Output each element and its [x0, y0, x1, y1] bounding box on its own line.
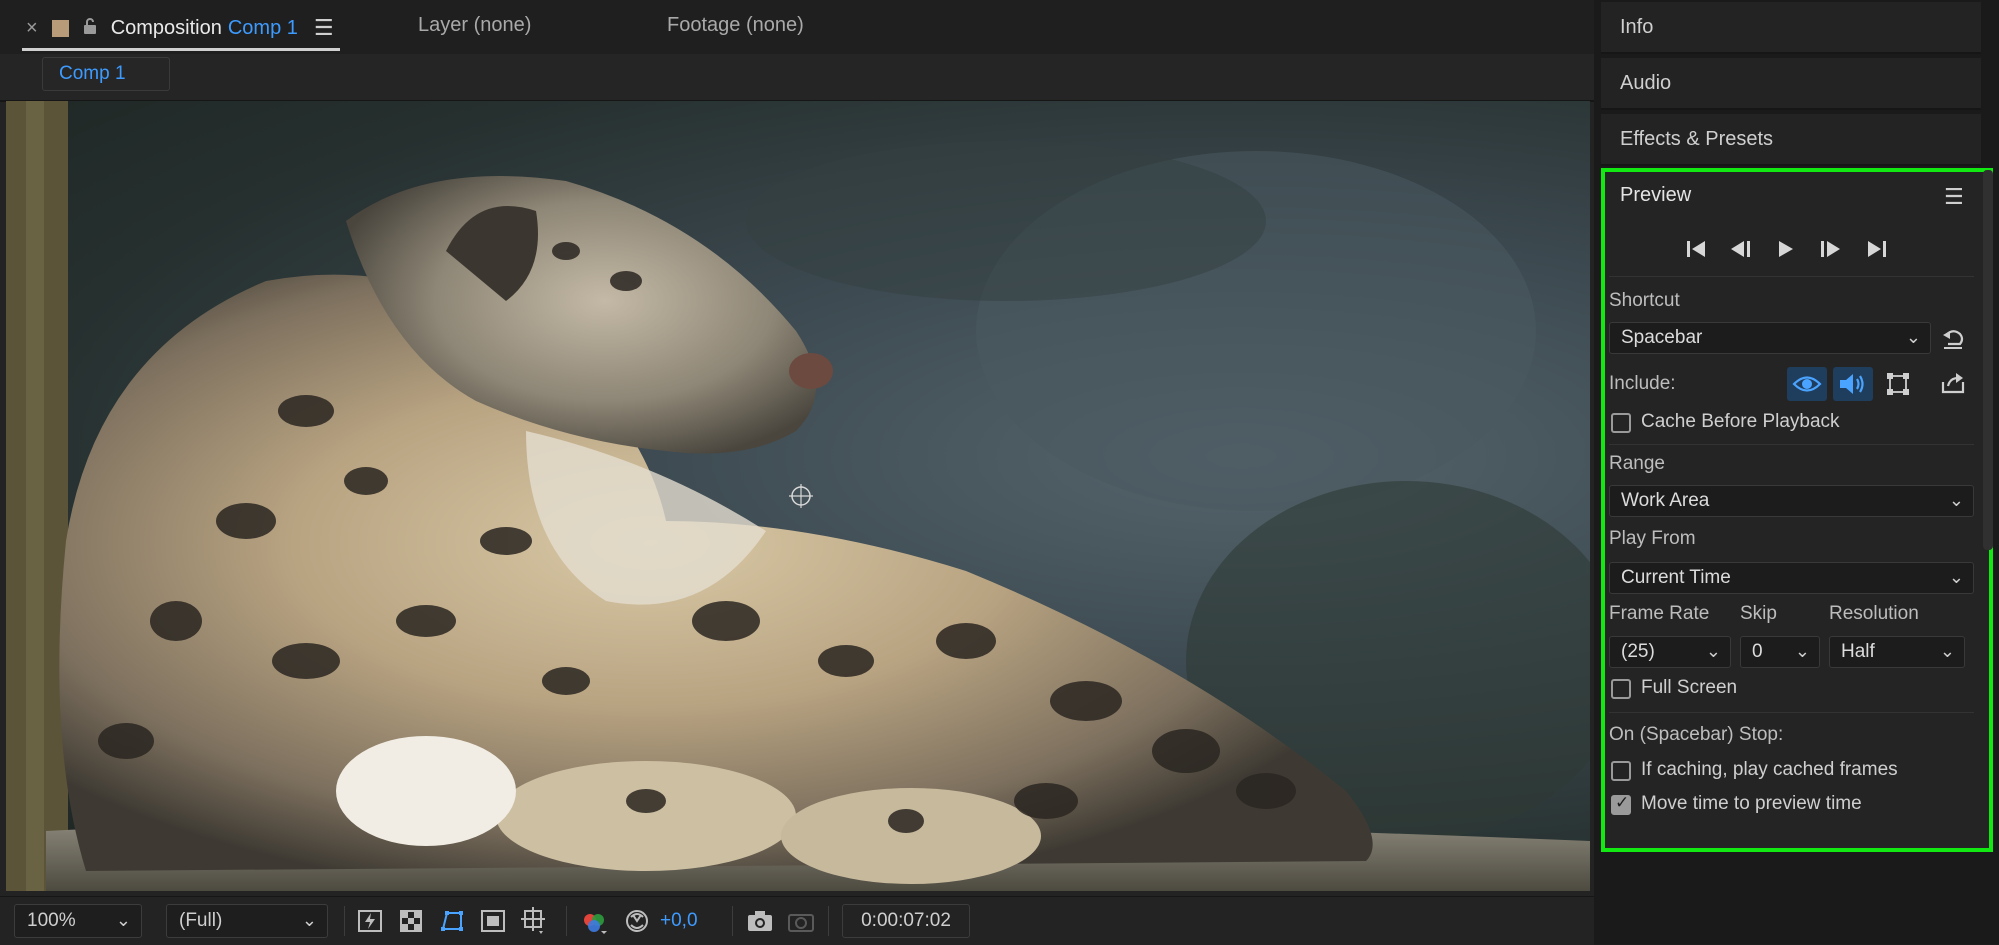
toolbar-divider: [828, 906, 829, 936]
next-frame-icon[interactable]: [1814, 234, 1846, 264]
magnification-value: 100%: [27, 910, 76, 931]
region-of-interest-icon[interactable]: [478, 906, 508, 936]
range-dropdown[interactable]: Work Area ⌄: [1609, 485, 1974, 517]
on-stop-label: On (Spacebar) Stop:: [1609, 724, 1784, 745]
grid-guides-icon[interactable]: [519, 906, 549, 936]
frame-rate-label: Frame Rate: [1609, 603, 1710, 624]
include-audio-toggle[interactable]: [1833, 367, 1873, 401]
move-time-label: Move time to preview time: [1641, 793, 1862, 814]
divider: [1609, 712, 1974, 713]
panel-effects-presets[interactable]: Effects & Presets: [1601, 114, 1981, 166]
transparency-grid-icon[interactable]: [396, 906, 426, 936]
tab-layer[interactable]: Layer (none): [418, 14, 531, 37]
comp-color-swatch: [51, 19, 69, 37]
chevron-down-icon: ⌄: [115, 910, 131, 930]
reset-icon[interactable]: [1940, 326, 1966, 352]
preview-menu-icon[interactable]: ☰: [1944, 184, 1964, 210]
shortcut-dropdown[interactable]: Spacebar ⌄: [1609, 322, 1931, 354]
eye-icon: [1792, 376, 1822, 392]
comp-breadcrumb[interactable]: Comp 1: [42, 57, 170, 91]
channel-color-icon[interactable]: [580, 906, 610, 936]
panel-info[interactable]: Info: [1601, 2, 1981, 54]
include-label: Include:: [1609, 373, 1676, 394]
export-icon[interactable]: [1940, 370, 1966, 396]
last-frame-icon[interactable]: [1860, 234, 1892, 264]
show-snapshot-icon[interactable]: [786, 906, 816, 936]
prev-frame-icon[interactable]: [1725, 234, 1757, 264]
resolution-value: (Full): [179, 910, 223, 931]
tab-composition[interactable]: × Composition Comp 1 ☰: [22, 8, 340, 51]
range-value: Work Area: [1621, 490, 1710, 511]
play-from-label: Play From: [1609, 528, 1696, 549]
move-time-checkbox[interactable]: [1611, 793, 1631, 815]
speaker-icon: [1840, 374, 1864, 394]
chevron-down-icon: ⌄: [1905, 327, 1921, 347]
magnification-dropdown[interactable]: 100% ⌄: [14, 904, 142, 938]
mask-path-visibility-icon[interactable]: [437, 906, 467, 936]
toolbar-divider: [732, 906, 733, 936]
resolution-label: Resolution: [1829, 603, 1919, 624]
chevron-down-icon: ⌄: [1705, 641, 1721, 661]
if-caching-label: If caching, play cached frames: [1641, 759, 1898, 780]
frame-rate-dropdown[interactable]: (25) ⌄: [1609, 636, 1731, 668]
play-icon[interactable]: [1769, 234, 1801, 264]
play-from-dropdown[interactable]: Current Time ⌄: [1609, 562, 1974, 594]
toolbar-divider: [344, 906, 345, 936]
include-video-toggle[interactable]: [1787, 367, 1827, 401]
divider: [1609, 276, 1974, 277]
lock-icon[interactable]: [83, 17, 97, 40]
preview-resolution-dropdown[interactable]: Half ⌄: [1829, 636, 1965, 668]
skip-value: 0: [1752, 641, 1763, 662]
cache-before-playback-checkbox[interactable]: [1611, 413, 1631, 433]
overlay-frame-icon: [1887, 373, 1909, 395]
range-label: Range: [1609, 453, 1665, 474]
chevron-down-icon: ⌄: [1939, 641, 1955, 661]
full-screen-label: Full Screen: [1641, 677, 1738, 698]
play-from-value: Current Time: [1621, 567, 1731, 588]
panel-menu-icon[interactable]: ☰: [314, 15, 334, 41]
if-caching-checkbox[interactable]: [1611, 761, 1631, 781]
snapshot-camera-icon[interactable]: [745, 906, 775, 936]
composition-tab-title: Composition: [110, 16, 222, 39]
skip-dropdown[interactable]: 0 ⌄: [1740, 636, 1820, 668]
chevron-down-icon: ⌄: [1948, 567, 1964, 587]
reset-exposure-icon[interactable]: [622, 906, 652, 936]
preview-panel-title: Preview: [1620, 184, 1692, 206]
full-screen-checkbox[interactable]: [1611, 679, 1631, 699]
exposure-value[interactable]: +0,0: [660, 910, 698, 932]
preview-scrollbar[interactable]: [1983, 170, 1993, 550]
snow-leopard-image: [6, 101, 1590, 891]
first-frame-icon[interactable]: [1681, 234, 1713, 264]
frame-rate-value: (25): [1621, 641, 1655, 662]
include-overlays-toggle[interactable]: [1878, 367, 1918, 401]
toolbar-divider: [566, 906, 567, 936]
panel-audio[interactable]: Audio: [1601, 58, 1981, 110]
fast-previews-icon[interactable]: [355, 906, 385, 936]
comp-navigator-bar: [0, 54, 1594, 102]
shortcut-label: Shortcut: [1609, 290, 1680, 311]
divider: [1609, 444, 1974, 445]
current-time-display[interactable]: 0:00:07:02: [842, 904, 970, 938]
composition-tab-name: Comp 1: [227, 16, 298, 39]
preview-resolution-value: Half: [1841, 641, 1875, 662]
close-icon[interactable]: ×: [26, 17, 38, 40]
chevron-down-icon: ⌄: [1794, 641, 1810, 661]
skip-label: Skip: [1740, 603, 1777, 624]
composition-viewer[interactable]: [6, 101, 1590, 891]
chevron-down-icon: ⌄: [1948, 490, 1964, 510]
shortcut-value: Spacebar: [1621, 327, 1703, 348]
tab-footage[interactable]: Footage (none): [667, 14, 804, 37]
chevron-down-icon: ⌄: [301, 910, 317, 930]
resolution-dropdown[interactable]: (Full) ⌄: [166, 904, 328, 938]
cache-before-playback-label: Cache Before Playback: [1641, 411, 1840, 432]
